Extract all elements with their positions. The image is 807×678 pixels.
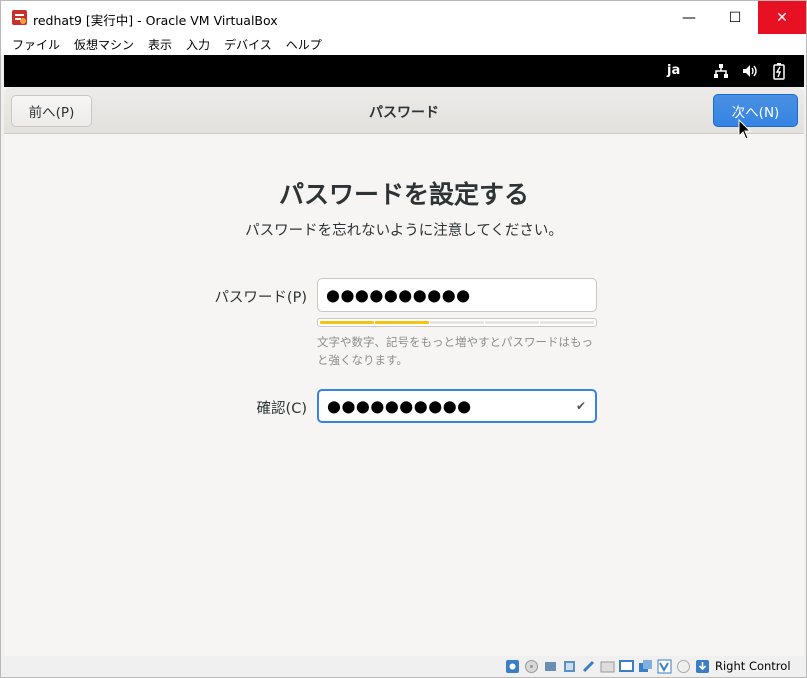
menu-view[interactable]: 表示: [141, 36, 179, 53]
menu-devices[interactable]: デバイス: [217, 36, 279, 53]
display-icon[interactable]: [619, 659, 634, 674]
guest-top-bar: ja: [4, 55, 804, 87]
strength-segment: [375, 321, 429, 324]
maximize-icon: ☐: [728, 9, 742, 26]
password-value: ●●●●●●●●●●: [326, 285, 471, 305]
menu-help[interactable]: ヘルプ: [279, 36, 329, 53]
window-title: redhat9 [実行中] - Oracle VM VirtualBox: [33, 13, 278, 28]
menu-file[interactable]: ファイル: [5, 36, 67, 53]
virtualbox-app-icon: [12, 10, 27, 25]
password-field[interactable]: ●●●●●●●●●●: [317, 278, 597, 312]
optical-drive-icon[interactable]: [505, 659, 520, 674]
strength-segment: [430, 321, 484, 324]
audio-icon[interactable]: [543, 659, 558, 674]
maximize-button[interactable]: ☐: [712, 1, 758, 34]
minimize-button[interactable]: —: [666, 1, 712, 34]
virtualization-icon[interactable]: [657, 659, 672, 674]
title-bar: redhat9 [実行中] - Oracle VM VirtualBox — ☐…: [1, 1, 806, 34]
close-button[interactable]: ✕: [758, 1, 806, 34]
shared-folder-icon[interactable]: [600, 659, 615, 674]
network-icon[interactable]: [712, 62, 730, 80]
password-strength-hint: 文字や数字、記号をもっと増やすとパスワードはもっと強くなります。: [317, 335, 593, 367]
network-adapter-icon[interactable]: [562, 659, 577, 674]
header-title: パスワード: [369, 105, 439, 121]
usb-icon[interactable]: [581, 659, 596, 674]
guest-screen: ja 前へ(P) パスワード 次へ(N) パスワードを設定する パスワードを忘れ…: [4, 55, 804, 656]
confirm-label: 確認(C): [256, 401, 307, 417]
close-icon: ✕: [776, 9, 788, 26]
mouse-integration-icon[interactable]: [676, 659, 691, 674]
confirm-password-field[interactable]: ●●●●●●●●●● ✔: [317, 389, 597, 423]
menu-machine[interactable]: 仮想マシン: [67, 36, 141, 53]
strength-segment: [320, 321, 374, 324]
volume-icon[interactable]: [741, 62, 759, 80]
host-key-icon[interactable]: [695, 659, 710, 674]
strength-segment: [540, 321, 594, 324]
next-button[interactable]: 次へ(N): [713, 94, 798, 127]
checkmark-icon: ✔: [575, 399, 586, 413]
password-strength-meter: [317, 318, 597, 327]
page-subtitle: パスワードを忘れないように注意してください。: [245, 223, 563, 239]
confirm-value: ●●●●●●●●●●: [327, 396, 472, 416]
video-capture-icon[interactable]: [638, 659, 653, 674]
menu-input[interactable]: 入力: [179, 36, 217, 53]
host-key-label: Right Control: [715, 659, 791, 673]
status-bar: Right Control: [1, 656, 806, 677]
language-indicator[interactable]: ja: [667, 63, 680, 78]
disk-icon[interactable]: [524, 659, 539, 674]
password-label: パスワード(P): [214, 290, 307, 306]
minimize-icon: —: [682, 9, 696, 26]
header-bar: 前へ(P) パスワード 次へ(N): [4, 87, 804, 134]
strength-segment: [485, 321, 539, 324]
virtualbox-window: redhat9 [実行中] - Oracle VM VirtualBox — ☐…: [0, 0, 807, 678]
menu-bar: ファイル 仮想マシン 表示 入力 デバイス ヘルプ: [1, 34, 806, 55]
battery-icon[interactable]: [770, 62, 788, 80]
mouse-cursor-icon: [738, 119, 752, 140]
page-title: パスワードを設定する: [278, 180, 529, 209]
